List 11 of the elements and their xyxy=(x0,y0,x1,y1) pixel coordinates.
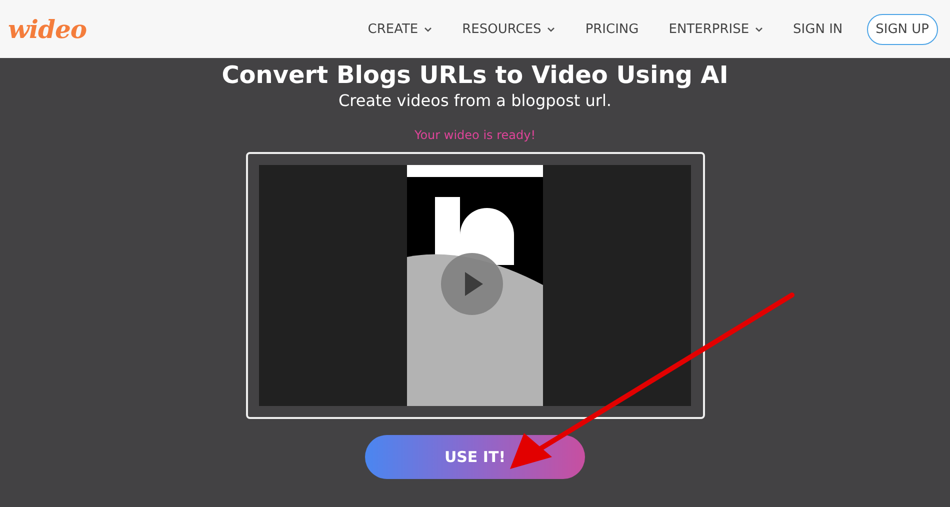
play-icon[interactable] xyxy=(438,253,504,315)
use-it-button[interactable]: USE IT! xyxy=(365,435,585,479)
page-title: Convert Blogs URLs to Video Using AI xyxy=(222,61,728,89)
nav-link[interactable]: RESOURCES xyxy=(462,22,556,36)
nav-link[interactable]: SIGN IN xyxy=(793,22,843,36)
nav-link[interactable]: CREATE xyxy=(368,22,432,36)
status-message: Your wideo is ready! xyxy=(414,128,536,142)
subtitle: Create videos from a blogpost url. xyxy=(338,91,612,110)
nav-link[interactable]: ENTERPRISE xyxy=(668,22,764,36)
nav-link[interactable]: PRICING xyxy=(585,22,639,36)
sign-up-button[interactable]: SIGN UP xyxy=(866,14,938,44)
